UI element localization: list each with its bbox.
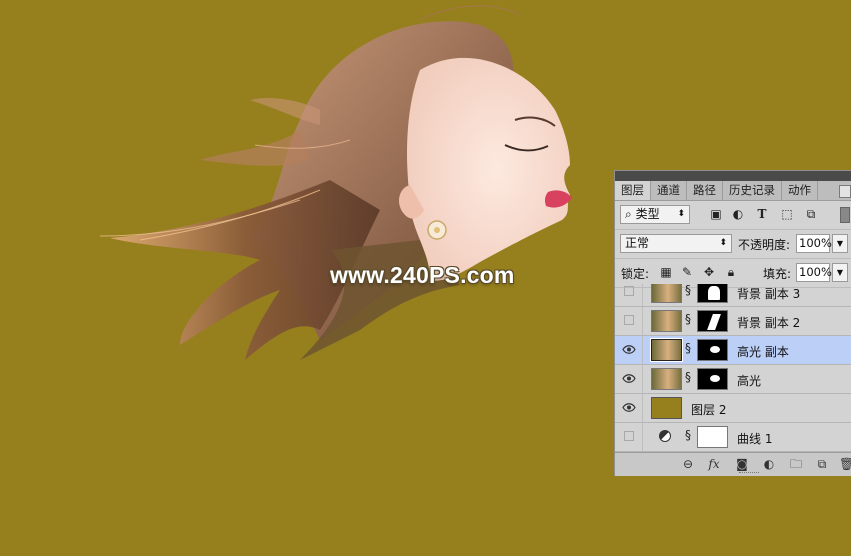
fill-input[interactable]: 100% — [796, 263, 832, 282]
blend-row: 正常 ⬍ 不透明度: 100% ▼ — [615, 230, 851, 259]
filter-row: ⌕ 类型 ⬍ ▣ ◐ T ⬚ ⧉ — [615, 201, 851, 230]
smart-object-filter-icon[interactable]: ⧉ — [803, 206, 819, 222]
layer-mask-thumbnail — [697, 426, 728, 448]
panel-tabs: 图层 通道 路径 历史记录 动作 — [615, 181, 851, 201]
link-layers-icon[interactable]: ⊖ — [681, 457, 695, 471]
fx-icon[interactable]: fx — [707, 457, 721, 471]
lock-transparent-icon[interactable]: ▦ — [659, 265, 673, 279]
layer-mask-thumbnail — [697, 310, 728, 332]
layer-mask-thumbnail — [697, 339, 728, 361]
visibility-toggle[interactable] — [624, 431, 634, 441]
layer-row[interactable]: § 背景 副本 3 — [615, 284, 851, 307]
layer-mask-thumbnail — [697, 368, 728, 390]
visibility-toggle[interactable] — [624, 315, 634, 325]
tab-layers[interactable]: 图层 — [615, 181, 651, 200]
new-group-icon[interactable]: 🗀︎ — [789, 457, 803, 471]
filter-kind-label: 类型 — [635, 207, 660, 221]
updown-arrow-icon: ⬍ — [677, 209, 685, 219]
panel-menu-icon[interactable] — [839, 185, 851, 198]
layers-panel: 图层 通道 路径 历史记录 动作 ⌕ 类型 ⬍ ▣ ◐ T ⬚ ⧉ 正常 ⬍ 不… — [614, 170, 851, 476]
panel-titlebar[interactable] — [615, 171, 851, 181]
link-icon[interactable]: § — [685, 284, 693, 297]
layer-mask-thumbnail — [697, 284, 728, 303]
panel-footer: ⊖ fx ◙ ◐ 🗀︎ ⧉ 🗑︎ — [615, 452, 851, 476]
lock-move-icon[interactable]: ✥ — [702, 265, 716, 279]
layer-name[interactable]: 背景 副本 3 — [737, 285, 800, 302]
resize-grip[interactable] — [739, 472, 759, 475]
opacity-dropdown-icon[interactable]: ▼ — [832, 234, 848, 253]
layer-row-selected[interactable]: § 高光 副本 — [615, 336, 851, 365]
lock-label: 锁定: — [621, 267, 650, 281]
fill-label: 填充: — [763, 267, 792, 281]
layers-list: § 背景 副本 3 § 背景 副本 2 § 高光 副本 § 高光 图层 2 § … — [615, 284, 851, 452]
updown-arrow-icon: ⬍ — [719, 238, 727, 248]
new-layer-icon[interactable]: ⧉ — [815, 457, 829, 471]
search-icon: ⌕ — [625, 207, 632, 221]
hair-model-cutout — [99, 5, 572, 360]
watermark-text: www.240PS.com — [330, 262, 515, 288]
layer-name[interactable]: 高光 副本 — [737, 343, 789, 360]
tab-paths[interactable]: 路径 — [687, 181, 723, 200]
lock-paint-icon[interactable]: ✎ — [680, 265, 694, 279]
opacity-label: 不透明度: — [738, 238, 791, 252]
link-icon[interactable]: § — [685, 370, 693, 384]
link-icon[interactable]: § — [685, 428, 693, 442]
lock-all-icon[interactable]: 🔒︎ — [724, 265, 738, 279]
layer-name[interactable]: 高光 — [737, 372, 761, 389]
new-adjustment-icon[interactable]: ◐ — [762, 457, 776, 471]
layer-row[interactable]: 图层 2 — [615, 394, 851, 423]
layer-name[interactable]: 曲线 1 — [737, 430, 772, 447]
tab-history[interactable]: 历史记录 — [723, 181, 782, 200]
opacity-input[interactable]: 100% — [796, 234, 832, 253]
eye-icon[interactable] — [622, 401, 636, 414]
layer-row[interactable]: § 高光 — [615, 365, 851, 394]
image-filter-icon[interactable]: ▣ — [708, 206, 724, 222]
tab-actions[interactable]: 动作 — [782, 181, 818, 200]
type-filter-icon[interactable]: T — [754, 206, 770, 222]
filter-toggle[interactable] — [840, 207, 850, 223]
layer-row[interactable]: § 曲线 1 — [615, 423, 851, 452]
layer-thumbnail — [650, 338, 683, 362]
add-mask-icon[interactable]: ◙ — [735, 457, 749, 471]
shape-filter-icon[interactable]: ⬚ — [779, 206, 795, 222]
adjustment-layer-icon — [659, 430, 671, 442]
eye-icon[interactable] — [622, 372, 636, 385]
link-icon[interactable]: § — [685, 341, 693, 355]
layer-thumbnail — [651, 397, 682, 419]
layer-row[interactable]: § 背景 副本 2 — [615, 307, 851, 336]
adjustment-filter-icon[interactable]: ◐ — [730, 206, 746, 222]
layer-name[interactable]: 图层 2 — [691, 401, 726, 418]
link-icon[interactable]: § — [685, 312, 693, 326]
layer-name[interactable]: 背景 副本 2 — [737, 314, 800, 331]
fill-dropdown-icon[interactable]: ▼ — [832, 263, 848, 282]
visibility-toggle[interactable] — [624, 286, 634, 296]
layer-thumbnail — [651, 284, 682, 303]
blend-mode-value: 正常 — [625, 236, 650, 250]
blend-mode-select[interactable]: 正常 ⬍ — [620, 234, 732, 253]
eye-icon[interactable] — [622, 343, 636, 356]
layer-thumbnail — [651, 368, 682, 390]
tab-channels[interactable]: 通道 — [651, 181, 687, 200]
delete-layer-icon[interactable]: 🗑︎ — [839, 457, 851, 471]
filter-kind-select[interactable]: ⌕ 类型 ⬍ — [620, 205, 690, 224]
layer-thumbnail — [651, 310, 682, 332]
